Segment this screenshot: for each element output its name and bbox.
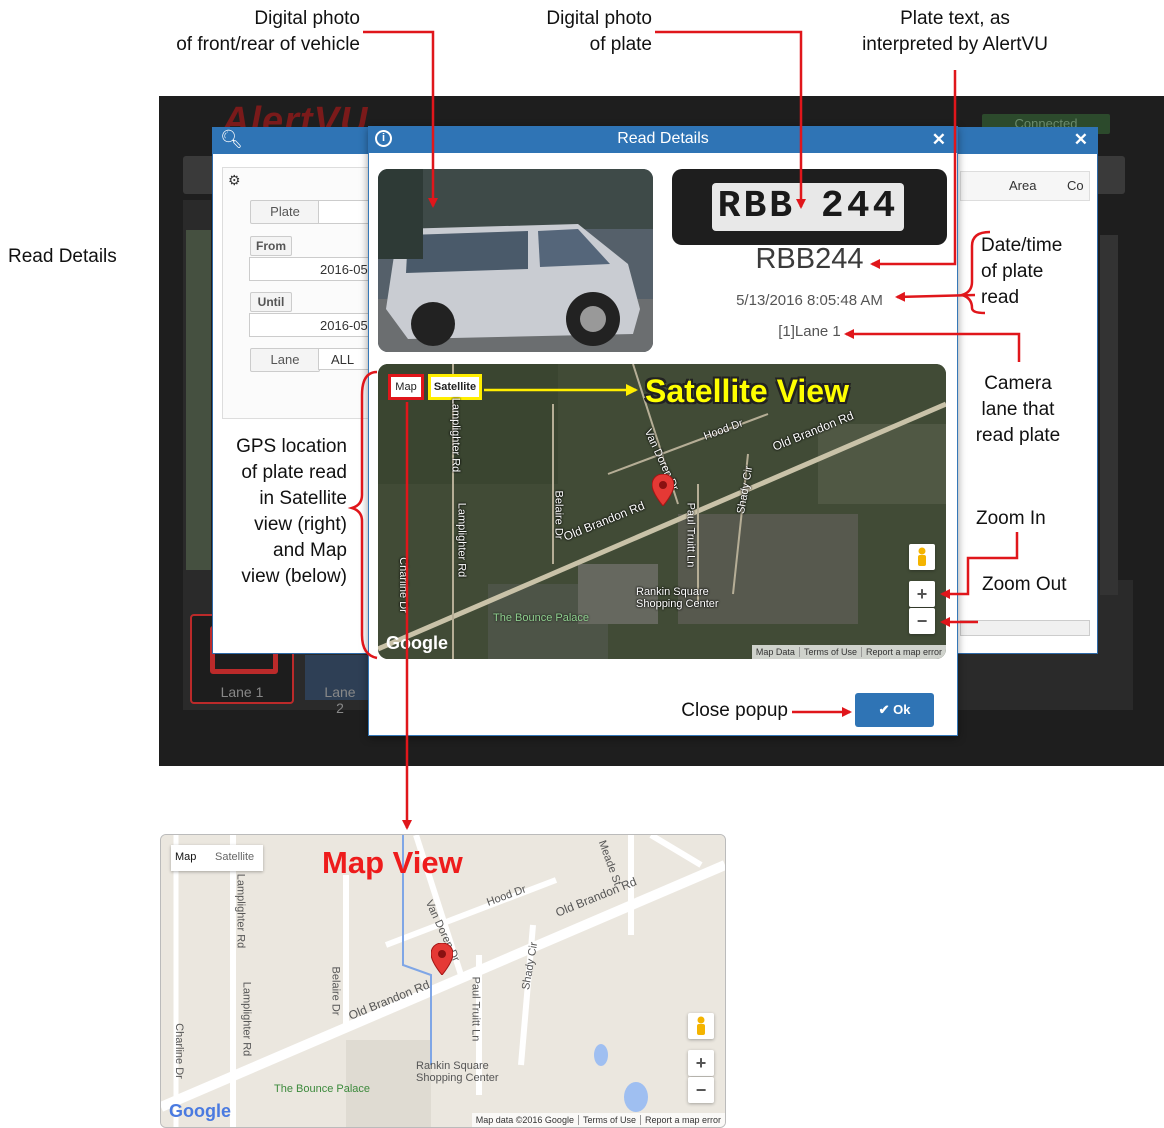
poi-label: Rankin Square <box>636 586 709 598</box>
callout-zoom-in: Zoom In <box>976 508 1046 529</box>
ok-button[interactable]: ✔ Ok <box>855 693 934 727</box>
callout-line: of plate <box>589 34 652 55</box>
callout-camera-lane: Camera lane that read plate <box>958 371 1078 449</box>
until-field-label: Until <box>250 292 292 312</box>
read-timestamp: 5/13/2016 8:05:48 AM <box>736 292 883 309</box>
report-map-error-link[interactable]: Report a map error <box>860 647 946 657</box>
poi-label: Shopping Center <box>636 598 719 610</box>
plate-photo: RBB 244 <box>672 169 947 245</box>
callout-line: Camera <box>984 373 1052 394</box>
modal-header: i Read Details ✕ <box>368 126 958 153</box>
report-map-error-link[interactable]: Report a map error <box>639 1115 725 1125</box>
gear-icon[interactable]: ⚙ <box>228 172 241 189</box>
from-field-label: From <box>250 236 292 256</box>
map-data-link[interactable]: Map Data <box>752 647 799 657</box>
poi-label: The Bounce Palace <box>274 1083 371 1095</box>
callout-read-details: Read Details <box>8 246 117 267</box>
location-pin-icon <box>431 943 453 975</box>
street-label: Paul Truitt Ln <box>469 976 482 1042</box>
poi-label: The Bounce Palace <box>493 612 590 624</box>
callout-plate-text: Plate text, as interpreted by AlertVU <box>830 6 1080 58</box>
callout-zoom-out: Zoom Out <box>982 574 1067 595</box>
street-label: Belaire Dr <box>329 966 342 1016</box>
callout-line: Digital photo <box>254 8 360 29</box>
camera-lane: [1]Lane 1 <box>778 323 841 340</box>
from-input[interactable]: 2016-05 <box>249 257 369 281</box>
callout-date-time: Date/time of plate read <box>981 233 1062 311</box>
modal-title: Read Details <box>617 130 709 147</box>
vehicle-image <box>378 169 653 352</box>
lane-select[interactable]: ALL <box>318 348 370 370</box>
street-label: Charline Dr <box>396 557 409 613</box>
callout-plate-photo: Digital photo of plate <box>500 6 652 58</box>
callout-line: view (below) <box>241 566 347 587</box>
callout-vehicle-photo: Digital photo of front/rear of vehicle <box>150 6 360 58</box>
callout-line: of plate read <box>241 462 347 483</box>
street-label: Paul Truitt Ln <box>684 502 697 568</box>
street-view-pegman-icon[interactable] <box>909 544 935 570</box>
google-logo: Google <box>386 633 448 653</box>
lane-tile-label: Lane 2 <box>324 684 356 716</box>
callout-line: read plate <box>975 425 1061 446</box>
street-label: Belaire Dr <box>552 490 565 540</box>
vehicle-photo <box>378 169 653 352</box>
callout-line: interpreted by AlertVU <box>862 34 1048 55</box>
lane-field-label: Lane <box>250 348 320 372</box>
callout-close-popup: Close popup <box>681 700 788 721</box>
lane-tile-label: Lane 1 <box>220 684 264 700</box>
zoom-in-button[interactable]: + <box>909 581 935 607</box>
callout-line: Plate text, as <box>900 8 1010 29</box>
callout-line: Digital photo <box>546 8 652 29</box>
callout-line: and Map <box>273 540 347 561</box>
street-label: Lamplighter Rd <box>455 502 468 578</box>
map-view-label: Map View <box>322 845 463 880</box>
map-type-satellite-button[interactable]: Satellite <box>428 374 482 400</box>
zoom-out-button[interactable]: − <box>688 1077 714 1103</box>
search-icon[interactable]: 🔍︎ <box>220 129 243 150</box>
map-footer: Map data ©2016 Google Terms of Use Report … <box>471 1113 725 1127</box>
zoom-in-button[interactable]: + <box>688 1050 714 1076</box>
poi-label: Shopping Center <box>416 1072 499 1084</box>
callout-line: of front/rear of vehicle <box>176 34 360 55</box>
google-logo: Google <box>169 1101 231 1121</box>
street-label: Lamplighter Rd <box>234 873 247 949</box>
plate-image-text: RBB 244 <box>712 183 904 231</box>
vertical-scrollbar[interactable] <box>1100 235 1118 595</box>
until-input[interactable]: 2016-05 <box>249 313 369 337</box>
location-pin-icon <box>652 474 674 506</box>
map-type-map-button[interactable]: Map <box>175 851 196 863</box>
ok-button-label: Ok <box>893 702 911 717</box>
horizontal-scrollbar[interactable] <box>960 620 1090 636</box>
column-header-co[interactable]: Co <box>1067 178 1084 193</box>
map-footer: Map Data Terms of Use Report a map error <box>751 645 946 659</box>
street-view-pegman-icon[interactable] <box>688 1013 714 1039</box>
callout-line: lane that <box>981 399 1055 420</box>
callout-line: Date/time <box>981 235 1063 256</box>
callout-line: view (right) <box>254 514 347 535</box>
column-header-area[interactable]: Area <box>1009 178 1036 193</box>
satellite-view-label: Satellite View <box>645 373 849 409</box>
plate-field-label: Plate <box>250 200 320 224</box>
map-data-link[interactable]: Map data ©2016 Google <box>472 1115 578 1125</box>
callout-line: read <box>981 287 1020 308</box>
street-label: Lamplighter Rd <box>449 397 462 473</box>
plate-text: RBB244 <box>755 243 864 275</box>
terms-of-use-link[interactable]: Terms of Use <box>577 1115 640 1125</box>
check-icon: ✔ <box>878 702 890 717</box>
close-icon[interactable]: ✕ <box>932 130 946 150</box>
callout-line: GPS location <box>236 436 347 457</box>
terms-of-use-link[interactable]: Terms of Use <box>798 647 861 657</box>
callout-gps-location: GPS location of plate read in Satellite … <box>205 434 347 590</box>
callout-line: in Satellite <box>259 488 347 509</box>
close-icon[interactable]: ✕ <box>1074 130 1088 150</box>
street-label: Charline Dr <box>172 1023 185 1079</box>
poi-label: Rankin Square <box>416 1060 489 1072</box>
plate-input[interactable] <box>318 200 372 224</box>
map-type-map-button[interactable]: Map <box>388 374 424 400</box>
street-label: Lamplighter Rd <box>240 981 253 1057</box>
results-grid-header: Area Co <box>960 171 1090 201</box>
callout-line: of plate <box>981 261 1044 282</box>
zoom-out-button[interactable]: − <box>909 608 935 634</box>
map-type-satellite-button[interactable]: Satellite <box>215 851 254 863</box>
